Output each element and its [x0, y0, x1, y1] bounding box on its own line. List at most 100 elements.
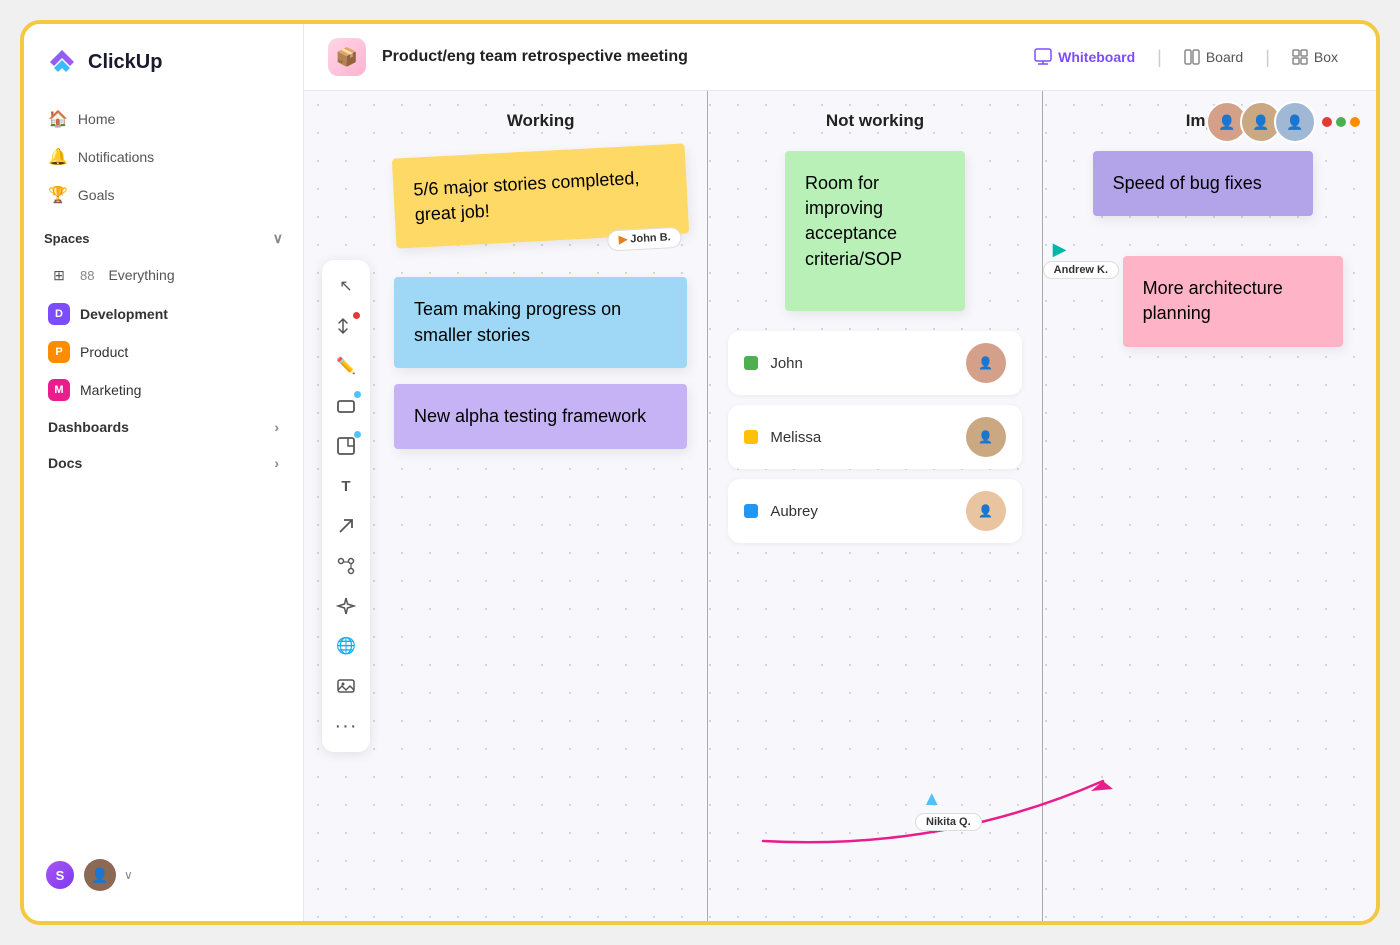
whiteboard-icon [1034, 48, 1052, 66]
dot-green [1336, 117, 1346, 127]
sticky-w1-text: 5/6 major stories completed, great job! [413, 168, 640, 225]
tool-dot-blue [354, 391, 361, 398]
whiteboard-canvas[interactable]: ↖ ✏️ [304, 91, 1376, 921]
tool-image[interactable] [328, 668, 364, 704]
working-header: Working [394, 111, 687, 131]
arrow-icon [336, 516, 356, 536]
tool-text[interactable]: T [328, 468, 364, 504]
home-icon: 🏠 [48, 109, 68, 129]
main-content: 📦 Product/eng team retrospective meeting… [304, 24, 1376, 921]
everything-label: Everything [108, 267, 174, 283]
sticky-w2[interactable]: Team making progress on smaller stories [394, 277, 687, 367]
meeting-title: Product/eng team retrospective meeting [382, 48, 1004, 66]
tool-pen[interactable]: ✏️ [328, 348, 364, 384]
connect-icon [336, 556, 356, 576]
everything-count: 88 [80, 268, 94, 283]
chevron-down-icon[interactable]: ∨ [273, 230, 283, 247]
member-aubrey[interactable]: Aubrey 👤 [728, 479, 1021, 543]
board-icon [1184, 49, 1200, 65]
john-name: John [770, 355, 803, 372]
member-melissa[interactable]: Melissa 👤 [728, 405, 1021, 469]
nav-list: 🏠 Home 🔔 Notifications 🏆 Goals [24, 100, 303, 214]
tool-select[interactable]: ↖ [328, 268, 364, 304]
topbar: 📦 Product/eng team retrospective meeting… [304, 24, 1376, 91]
presence-dots [1322, 117, 1360, 127]
nav-goals-label: Goals [78, 187, 115, 203]
bell-icon: 🔔 [48, 147, 68, 167]
aubrey-name: Aubrey [770, 503, 818, 520]
box-view-btn[interactable]: Box [1278, 43, 1352, 71]
tr-avatar-3: 👤 [1274, 101, 1316, 143]
spaces-list: ⊞ 88 Everything D Development P Product … [24, 255, 303, 409]
space-marketing[interactable]: M Marketing [36, 371, 291, 409]
docs-nav[interactable]: Docs › [28, 445, 299, 481]
sparkle-icon [336, 596, 356, 616]
tool-more[interactable]: ··· [328, 708, 364, 744]
logo-icon [44, 44, 80, 80]
dashboards-label: Dashboards [48, 419, 129, 435]
andrew-cursor-arrow: ▶ [1053, 239, 1067, 260]
image-icon [336, 676, 356, 696]
marketing-label: Marketing [80, 382, 141, 398]
toolbar: ↖ ✏️ [322, 260, 370, 752]
space-product[interactable]: P Product [36, 333, 291, 371]
sticky-w3[interactable]: New alpha testing framework [394, 384, 687, 449]
dot-orange [1350, 117, 1360, 127]
chevron-right-icon-2: › [274, 455, 279, 471]
logo[interactable]: ClickUp [24, 44, 303, 100]
sticky-n1[interactable]: Room for improving acceptance criteria/S… [785, 151, 965, 311]
nav-everything[interactable]: ⊞ 88 Everything [36, 255, 291, 295]
user-avatar[interactable]: S [44, 859, 76, 891]
sidebar-bottom: S 👤 ∨ [24, 849, 303, 901]
columns-container: Working 5/6 major stories completed, gre… [374, 91, 1376, 921]
tool-arrow[interactable] [328, 508, 364, 544]
not-working-column: Not working Room for improving acceptanc… [708, 91, 1042, 921]
product-label: Product [80, 344, 128, 360]
chevron-right-icon: › [274, 419, 279, 435]
tool-globe[interactable]: 🌐 [328, 628, 364, 664]
app-name: ClickUp [88, 51, 162, 74]
spaces-header: Spaces ∨ [24, 214, 303, 255]
nav-notifications-label: Notifications [78, 149, 154, 165]
melissa-avatar: 👤 [966, 417, 1006, 457]
sticky-i1[interactable]: Speed of bug fixes [1093, 151, 1313, 216]
nav-notifications[interactable]: 🔔 Notifications [36, 138, 291, 176]
nikita-cursor-label: Nikita Q. [915, 813, 982, 831]
john-avatar: 👤 [966, 343, 1006, 383]
nav-home[interactable]: 🏠 Home [36, 100, 291, 138]
user-avatar-2: 👤 [84, 859, 116, 891]
sticky-i2[interactable]: More architecture planning [1123, 256, 1343, 346]
sticky-i2-text: More architecture planning [1143, 278, 1283, 323]
whiteboard-label: Whiteboard [1058, 49, 1135, 65]
member-john[interactable]: John 👤 [728, 331, 1021, 395]
melissa-dot [744, 430, 758, 444]
tool-sticky[interactable] [328, 428, 364, 464]
dot-red [1322, 117, 1332, 127]
grid-icon: ⊞ [48, 264, 70, 286]
view-divider-2: | [1265, 47, 1270, 68]
sticky-n1-text: Room for improving acceptance criteria/S… [805, 173, 902, 269]
user-chevron[interactable]: ∨ [124, 868, 133, 882]
product-badge: P [48, 341, 70, 363]
whiteboard-view-btn[interactable]: Whiteboard [1020, 42, 1149, 72]
tool-move[interactable] [328, 308, 364, 344]
dashboards-nav[interactable]: Dashboards › [28, 409, 299, 445]
top-right-avatars: 👤 👤 👤 [1206, 101, 1360, 143]
rect-icon [336, 396, 356, 416]
aubrey-avatar: 👤 [966, 491, 1006, 531]
andrew-cursor-area: ▶ Andrew K. [1053, 239, 1067, 260]
nav-goals[interactable]: 🏆 Goals [36, 176, 291, 214]
sticky-w3-text: New alpha testing framework [414, 406, 646, 426]
space-development[interactable]: D Development [36, 295, 291, 333]
box-icon [1292, 49, 1308, 65]
sticky-w1[interactable]: 5/6 major stories completed, great job! … [392, 143, 690, 249]
docs-label: Docs [48, 455, 82, 471]
member-cards: John 👤 Melissa 👤 Aubrey 👤 [728, 331, 1021, 543]
tool-rect[interactable] [328, 388, 364, 424]
tool-connect[interactable] [328, 548, 364, 584]
development-label: Development [80, 306, 168, 322]
john-b-cursor: ▶ John B. [607, 227, 682, 252]
board-view-btn[interactable]: Board [1170, 43, 1257, 71]
tool-sparkle[interactable] [328, 588, 364, 624]
sticky-w2-text: Team making progress on smaller stories [414, 299, 621, 344]
